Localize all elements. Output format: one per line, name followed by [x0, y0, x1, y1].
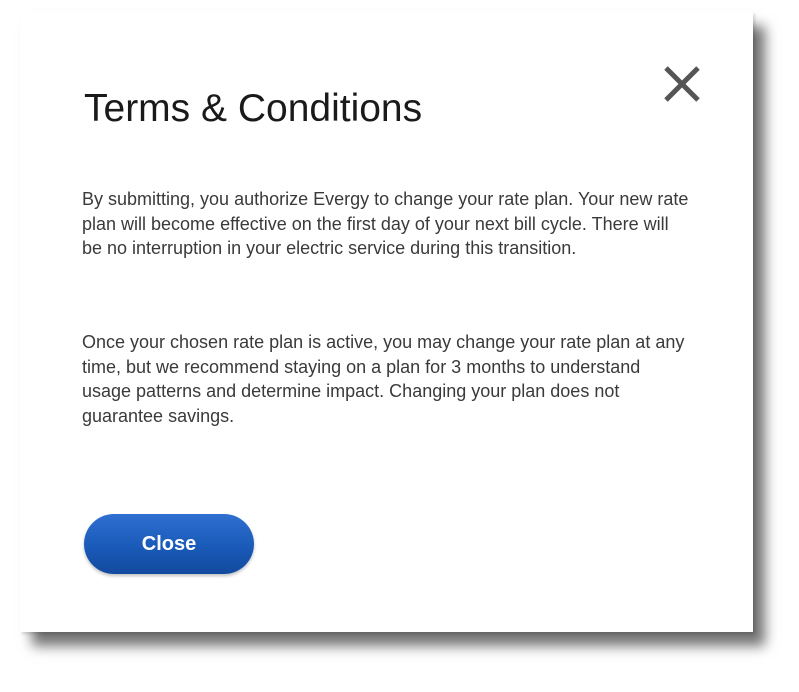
dialog-title: Terms & Conditions [84, 87, 423, 130]
terms-paragraph-1: By submitting, you authorize Evergy to c… [82, 189, 689, 258]
terms-dialog: Terms & Conditions By submitting, you au… [20, 12, 753, 632]
close-button[interactable]: Close [84, 514, 254, 574]
close-icon[interactable] [660, 62, 704, 106]
terms-paragraph-2: Once your chosen rate plan is active, yo… [82, 332, 685, 426]
page-backdrop: Terms & Conditions By submitting, you au… [0, 0, 799, 692]
